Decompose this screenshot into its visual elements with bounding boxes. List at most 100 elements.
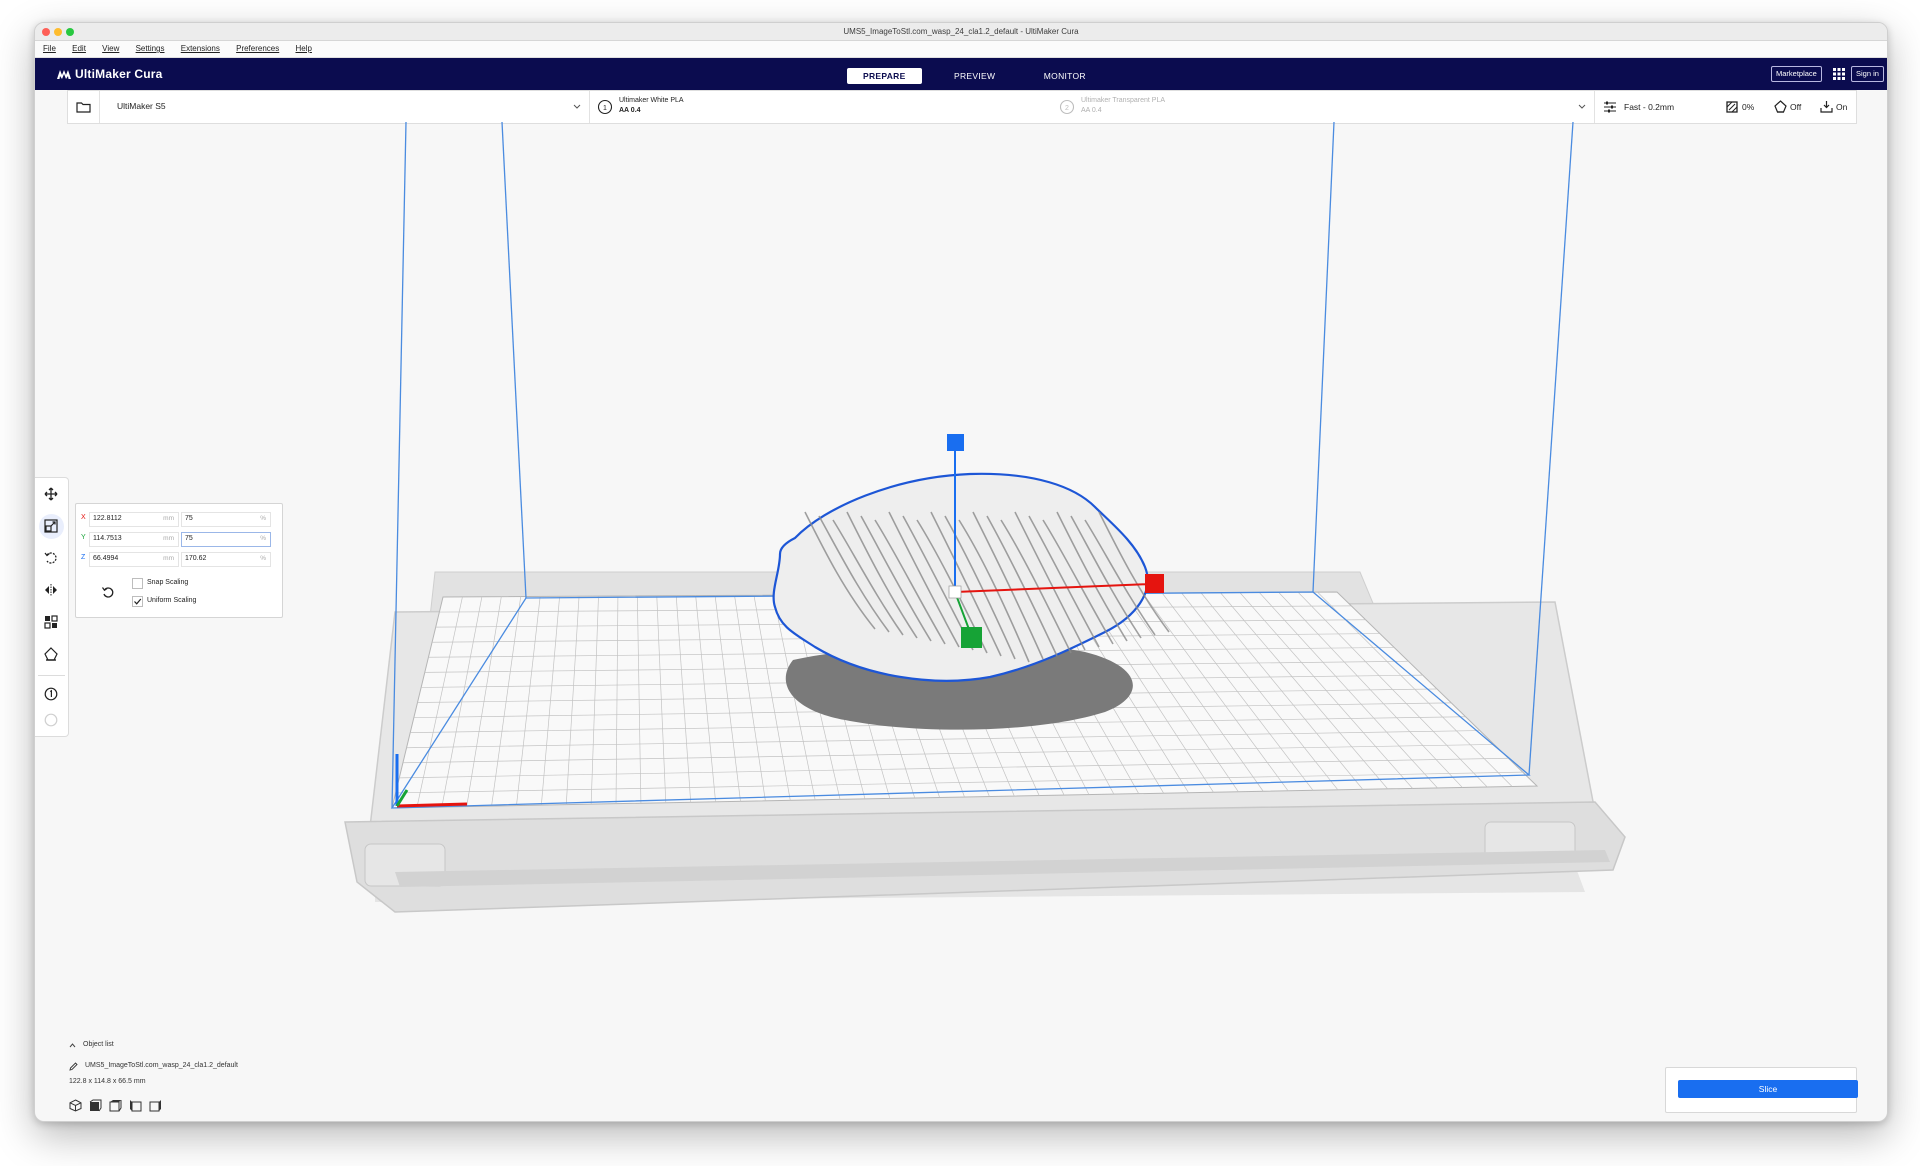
tab-prepare[interactable]: PREPARE bbox=[847, 68, 922, 84]
extruder-1-icon bbox=[44, 687, 58, 701]
tab-preview[interactable]: PREVIEW bbox=[938, 68, 1011, 84]
support-value: Off bbox=[1790, 102, 1802, 112]
scale-tool-button[interactable] bbox=[39, 514, 64, 539]
view-orientation-buttons bbox=[69, 1099, 161, 1115]
x-size-unit: mm bbox=[163, 515, 174, 522]
scale-icon bbox=[44, 519, 58, 533]
menu-edit[interactable]: Edit bbox=[72, 44, 86, 53]
uniform-scaling-checkbox[interactable] bbox=[132, 596, 143, 607]
extruder-2-tool-button[interactable] bbox=[39, 708, 64, 733]
z-scale-handle[interactable] bbox=[947, 434, 964, 451]
tab-monitor[interactable]: MONITOR bbox=[1028, 68, 1102, 84]
extruder-2-core: AA 0.4 bbox=[1081, 107, 1102, 114]
extruder-2-number: 2 bbox=[1065, 105, 1069, 112]
axis-label-z: Z bbox=[81, 554, 86, 561]
close-window-button[interactable] bbox=[42, 28, 50, 36]
view-right-icon[interactable] bbox=[149, 1099, 162, 1112]
object-list-item[interactable]: UMS5_ImageToStl.com_wasp_24_cla1.2_defau… bbox=[69, 1060, 238, 1078]
view-top-icon[interactable] bbox=[109, 1099, 122, 1112]
object-list-header[interactable]: Object list bbox=[69, 1041, 146, 1055]
uniform-scaling-label: Uniform Scaling bbox=[147, 597, 197, 604]
y-size-value: 114.7513 bbox=[93, 535, 122, 542]
menu-bar: File Edit View Settings Extensions Prefe… bbox=[35, 41, 1887, 58]
extruder-2-icon bbox=[44, 713, 58, 727]
infill-value: 0% bbox=[1742, 102, 1755, 112]
support-blocker-button[interactable] bbox=[39, 642, 64, 667]
extruder-1-material: Ultimaker White PLA bbox=[619, 97, 684, 104]
reset-scale-button[interactable] bbox=[101, 585, 115, 599]
slice-button[interactable]: Slice bbox=[1678, 1080, 1858, 1098]
x-size-value: 122.8112 bbox=[93, 515, 122, 522]
print-settings-selector[interactable]: Fast - 0.2mm 0% Off On bbox=[1594, 91, 1855, 123]
sign-in-button[interactable]: Sign in bbox=[1851, 66, 1884, 82]
chevron-up-icon bbox=[69, 1043, 76, 1048]
z-percent-input[interactable]: 170.62 % bbox=[181, 552, 271, 567]
y-percent-value: 75 bbox=[185, 535, 193, 542]
z-size-value: 66.4994 bbox=[93, 555, 119, 562]
pencil-icon bbox=[69, 1062, 78, 1071]
brand-logo: UltiMaker Cura bbox=[57, 58, 163, 90]
marketplace-button[interactable]: Marketplace bbox=[1771, 66, 1822, 82]
grid-icon[interactable] bbox=[1832, 67, 1846, 81]
object-dimensions: 122.8 x 114.8 x 66.5 mm bbox=[69, 1078, 146, 1085]
menu-view[interactable]: View bbox=[102, 44, 119, 53]
z-percent-unit: % bbox=[260, 555, 266, 562]
menu-file[interactable]: File bbox=[43, 44, 56, 53]
settings-sliders-icon bbox=[1604, 101, 1616, 113]
slice-panel: Slice bbox=[1665, 1067, 1858, 1113]
print-setup-bar: UltiMaker S5 1 Ultimaker White PLA AA 0.… bbox=[67, 90, 1857, 124]
extruder-2-badge: 2 bbox=[1059, 99, 1075, 115]
extruder-selector[interactable]: 1 Ultimaker White PLA AA 0.4 2 Ultimaker… bbox=[589, 91, 1595, 123]
tool-sidebar bbox=[35, 477, 69, 737]
x-percent-unit: % bbox=[260, 515, 266, 522]
extruder-1-core: AA 0.4 bbox=[619, 107, 641, 114]
rotate-tool-button[interactable] bbox=[39, 546, 64, 571]
uniform-scale-handle[interactable] bbox=[948, 585, 962, 599]
x-scale-handle[interactable] bbox=[1145, 574, 1164, 593]
x-percent-input[interactable]: 75 % bbox=[181, 512, 271, 527]
y-percent-unit: % bbox=[260, 535, 266, 542]
snap-scaling-label: Snap Scaling bbox=[147, 579, 189, 586]
view-left-icon[interactable] bbox=[129, 1099, 142, 1112]
y-size-unit: mm bbox=[163, 535, 174, 542]
move-icon bbox=[44, 487, 58, 501]
z-percent-value: 170.62 bbox=[185, 555, 207, 562]
menu-extensions[interactable]: Extensions bbox=[181, 44, 220, 53]
minimize-window-button[interactable] bbox=[54, 28, 62, 36]
axis-label-y: Y bbox=[81, 534, 86, 541]
move-tool-button[interactable] bbox=[39, 482, 64, 507]
support-blocker-icon bbox=[44, 647, 58, 661]
title-bar: UMS5_ImageToStl.com_wasp_24_cla1.2_defau… bbox=[35, 23, 1887, 41]
printer-selector[interactable]: UltiMaker S5 bbox=[106, 91, 590, 123]
extruder-1-number: 1 bbox=[603, 105, 607, 112]
brand-name: UltiMaker Cura bbox=[75, 67, 163, 81]
view-3d-icon[interactable] bbox=[69, 1099, 82, 1112]
mirror-icon bbox=[45, 584, 57, 596]
checkmark-icon bbox=[134, 598, 142, 605]
extruder-1-tool-button[interactable] bbox=[39, 682, 64, 707]
3d-viewport[interactable] bbox=[35, 122, 1887, 1121]
zoom-window-button[interactable] bbox=[66, 28, 74, 36]
mirror-tool-button[interactable] bbox=[39, 578, 64, 603]
per-model-settings-button[interactable] bbox=[39, 610, 64, 635]
folder-icon bbox=[76, 102, 91, 113]
open-file-button[interactable] bbox=[68, 91, 100, 123]
y-scale-handle[interactable] bbox=[961, 627, 982, 648]
menu-settings[interactable]: Settings bbox=[136, 44, 165, 53]
infill-icon bbox=[1726, 101, 1738, 113]
chevron-down-icon bbox=[573, 104, 581, 109]
y-size-input[interactable]: 114.7513 mm bbox=[89, 532, 179, 547]
stage-tabs: PREPARE PREVIEW MONITOR bbox=[847, 66, 1114, 84]
profile-name: Fast - 0.2mm bbox=[1624, 102, 1675, 112]
x-size-input[interactable]: 122.8112 mm bbox=[89, 512, 179, 527]
scale-panel: X 122.8112 mm 75 % Y 114.7513 mm 75 % Z bbox=[75, 503, 283, 618]
extruder-2-material: Ultimaker Transparent PLA bbox=[1081, 97, 1166, 104]
menu-help[interactable]: Help bbox=[295, 44, 311, 53]
snap-scaling-checkbox[interactable] bbox=[132, 578, 143, 589]
view-front-icon[interactable] bbox=[89, 1099, 102, 1112]
z-size-input[interactable]: 66.4994 mm bbox=[89, 552, 179, 567]
menu-preferences[interactable]: Preferences bbox=[236, 44, 279, 53]
x-percent-value: 75 bbox=[185, 515, 193, 522]
y-percent-input[interactable]: 75 % bbox=[181, 532, 271, 547]
window-title: UMS5_ImageToStl.com_wasp_24_cla1.2_defau… bbox=[843, 27, 1079, 36]
